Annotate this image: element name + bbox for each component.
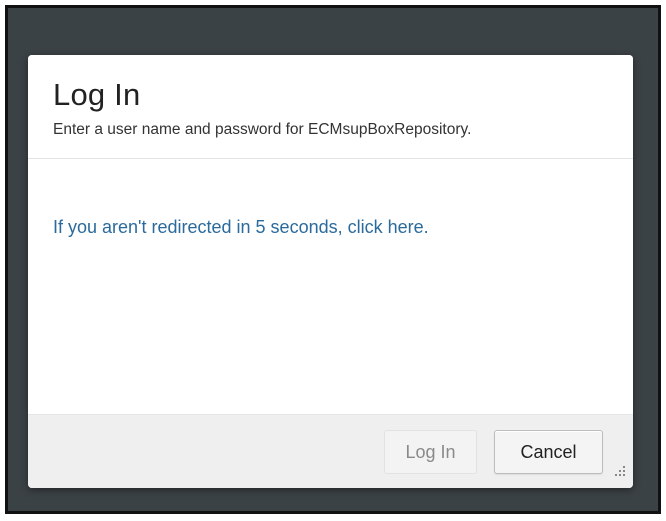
resize-grip-icon[interactable]: [615, 466, 625, 476]
dialog-body: If you aren't redirected in 5 seconds, c…: [28, 160, 633, 414]
dialog-title: Log In: [53, 77, 141, 112]
cancel-button[interactable]: Cancel: [494, 430, 603, 474]
dialog-header: Log In Enter a user name and password fo…: [28, 55, 633, 159]
login-button[interactable]: Log In: [384, 430, 477, 474]
dialog-subtitle: Enter a user name and password for ECMsu…: [53, 121, 472, 138]
dialog-footer: Log In Cancel: [28, 414, 633, 488]
screenshot-frame: Log In Enter a user name and password fo…: [0, 0, 666, 521]
redirect-link[interactable]: If you aren't redirected in 5 seconds, c…: [53, 217, 429, 238]
login-dialog: Log In Enter a user name and password fo…: [28, 55, 633, 488]
